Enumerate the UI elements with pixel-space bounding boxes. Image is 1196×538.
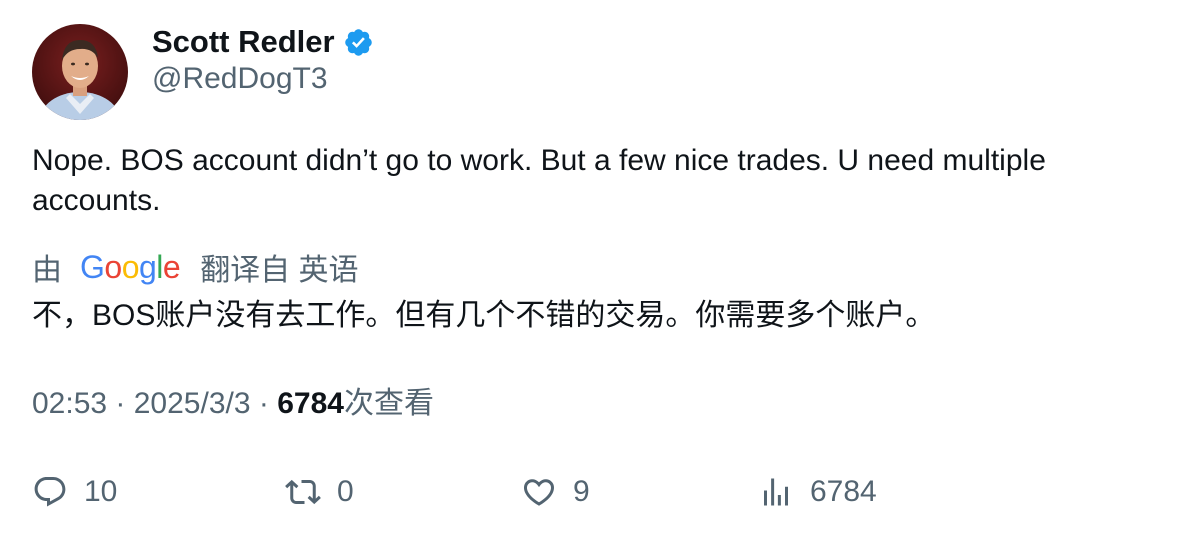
heart-icon [521, 474, 557, 510]
views-action-count: 6784 [810, 475, 877, 508]
reply-count: 10 [84, 475, 118, 508]
analytics-icon [758, 474, 794, 510]
meta-separator: · [258, 387, 278, 420]
like-button[interactable]: 9 [521, 472, 590, 512]
tweet-text: Nope. BOS account didn’t go to work. But… [32, 144, 1046, 217]
author-display-name[interactable]: Scott Redler [152, 24, 335, 60]
tweet-date[interactable]: 2025/3/3 [134, 387, 251, 420]
retweet-count: 0 [337, 475, 354, 508]
tweet-time[interactable]: 02:53 [32, 387, 107, 420]
author-handle[interactable]: @RedDogT3 [152, 62, 328, 96]
reply-icon [32, 474, 68, 510]
author-name-row[interactable]: Scott Redler [152, 22, 374, 62]
tweet-meta: 02:53 · 2025/3/3 · 6784次查看 [32, 384, 434, 424]
translation-suffix: 翻译自 英语 [200, 254, 359, 287]
avatar-image [32, 24, 128, 120]
translated-text: 不，BOS账户没有去工作。但有几个不错的交易。你需要多个账户。 [32, 299, 936, 332]
meta-separator: · [115, 387, 134, 420]
retweet-button[interactable]: 0 [285, 472, 354, 512]
translation-attribution: 由 Google 翻译自 英语 [32, 247, 359, 288]
views-label: 次查看 [343, 387, 434, 420]
like-count: 9 [573, 475, 590, 508]
google-logo: Google [80, 248, 181, 285]
author-avatar[interactable] [32, 24, 128, 120]
verified-badge-icon[interactable] [343, 27, 374, 58]
translation-prefix: 由 [32, 254, 62, 287]
retweet-icon [285, 474, 321, 510]
views-count: 6784 [277, 387, 344, 420]
views-button[interactable]: 6784 [758, 472, 877, 512]
reply-button[interactable]: 10 [32, 472, 117, 512]
